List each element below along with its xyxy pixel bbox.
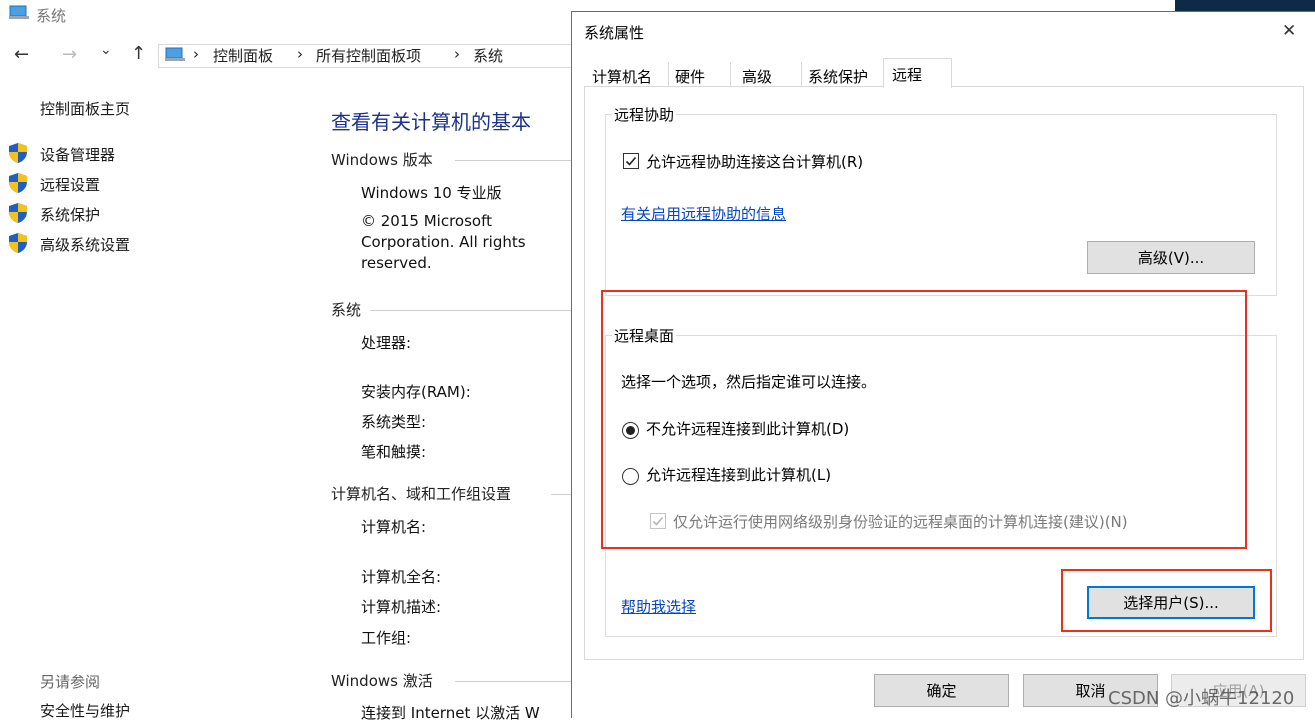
section-activation: Windows 激活 xyxy=(331,672,433,690)
control-panel-home-link[interactable]: 控制面板主页 xyxy=(40,98,130,119)
shield-icon xyxy=(7,172,29,194)
breadcrumb-sep: › xyxy=(297,45,303,63)
advanced-button[interactable]: 高级(V)... xyxy=(1087,241,1255,274)
tab-system-protection[interactable]: 系统保护 xyxy=(808,66,868,87)
divider xyxy=(455,160,573,161)
breadcrumb-sep: › xyxy=(193,45,199,63)
breadcrumb-sep: › xyxy=(454,45,460,63)
pen-touch-label: 笔和触摸: xyxy=(361,443,427,461)
shield-icon xyxy=(7,142,29,164)
sidebar-item-remote-settings[interactable]: 远程设置 xyxy=(40,174,100,195)
bg-window-controls xyxy=(1060,0,1150,10)
tab-hardware[interactable]: 硬件 xyxy=(675,66,705,87)
copyright-line-3: reserved. xyxy=(361,254,432,272)
tab-computer-name[interactable]: 计算机名 xyxy=(592,66,652,87)
window-icon xyxy=(8,5,30,21)
taskbar-corner xyxy=(1175,0,1315,11)
copyright-line-1: © 2015 Microsoft xyxy=(361,212,492,230)
address-computer-icon xyxy=(164,47,186,63)
description-label: 计算机描述: xyxy=(361,598,442,616)
tab-divider xyxy=(801,62,802,86)
breadcrumb-all-items[interactable]: 所有控制面板项 xyxy=(316,45,421,66)
help-me-choose-link[interactable]: 帮助我选择 xyxy=(621,596,696,617)
window-title: 系统 xyxy=(36,7,67,25)
system-type-label: 系统类型: xyxy=(361,413,427,431)
computer-name-label: 计算机名: xyxy=(361,518,427,536)
security-maintenance-link[interactable]: 安全性与维护 xyxy=(40,700,130,721)
system-window: 系统 ← → ⌄ ↑ › 控制面板 › 所有控制面板项 › 系统 控制面板主页 … xyxy=(0,0,599,722)
windows-edition: Windows 10 专业版 xyxy=(361,184,502,202)
copyright-line-2: Corporation. All rights xyxy=(361,233,526,251)
back-button[interactable]: ← xyxy=(14,44,29,65)
breadcrumb-system[interactable]: 系统 xyxy=(473,45,503,66)
highlight-select-users-box xyxy=(1061,569,1272,632)
section-computer-name: 计算机名、域和工作组设置 xyxy=(331,485,512,503)
watermark: CSDN @小蜗牛12120 xyxy=(1108,688,1295,709)
page-title: 查看有关计算机的基本 xyxy=(331,110,531,134)
tab-advanced[interactable]: 高级 xyxy=(742,66,772,87)
recent-locations-button[interactable]: ⌄ xyxy=(100,42,112,58)
section-system: 系统 xyxy=(331,301,362,319)
divider xyxy=(370,310,573,311)
shield-icon xyxy=(7,232,29,254)
see-also-title: 另请参阅 xyxy=(40,673,101,691)
workgroup-label: 工作组: xyxy=(361,629,412,647)
activation-text: 连接到 Internet 以激活 W xyxy=(361,704,540,722)
highlight-remote-desktop-box xyxy=(601,290,1247,549)
sidebar-item-system-protection[interactable]: 系统保护 xyxy=(40,204,100,225)
remote-assistance-title: 远程协助 xyxy=(612,104,677,125)
divider xyxy=(455,681,573,682)
section-edition: Windows 版本 xyxy=(331,151,433,169)
ram-label: 安装内存(RAM): xyxy=(361,383,471,401)
sidebar-item-device-manager[interactable]: 设备管理器 xyxy=(40,144,115,165)
full-name-label: 计算机全名: xyxy=(361,568,442,586)
processor-label: 处理器: xyxy=(361,334,412,352)
dialog-title: 系统属性 xyxy=(584,24,645,42)
sidebar-item-advanced-settings[interactable]: 高级系统设置 xyxy=(40,234,130,255)
divider xyxy=(551,494,573,495)
ok-button[interactable]: 确定 xyxy=(874,674,1009,707)
tab-divider xyxy=(668,62,669,86)
close-icon[interactable]: ✕ xyxy=(1282,21,1296,41)
allow-remote-assistance-checkbox[interactable] xyxy=(623,153,639,169)
tab-divider xyxy=(730,62,731,86)
allow-remote-assistance-label[interactable]: 允许远程协助连接这台计算机(R) xyxy=(646,151,863,172)
up-button[interactable]: ↑ xyxy=(131,43,146,64)
shield-icon xyxy=(7,202,29,224)
breadcrumb-control-panel[interactable]: 控制面板 xyxy=(213,45,273,66)
tab-remote[interactable]: 远程 xyxy=(892,64,922,85)
remote-assistance-info-link[interactable]: 有关启用远程协助的信息 xyxy=(621,203,786,224)
forward-button[interactable]: → xyxy=(62,44,77,65)
